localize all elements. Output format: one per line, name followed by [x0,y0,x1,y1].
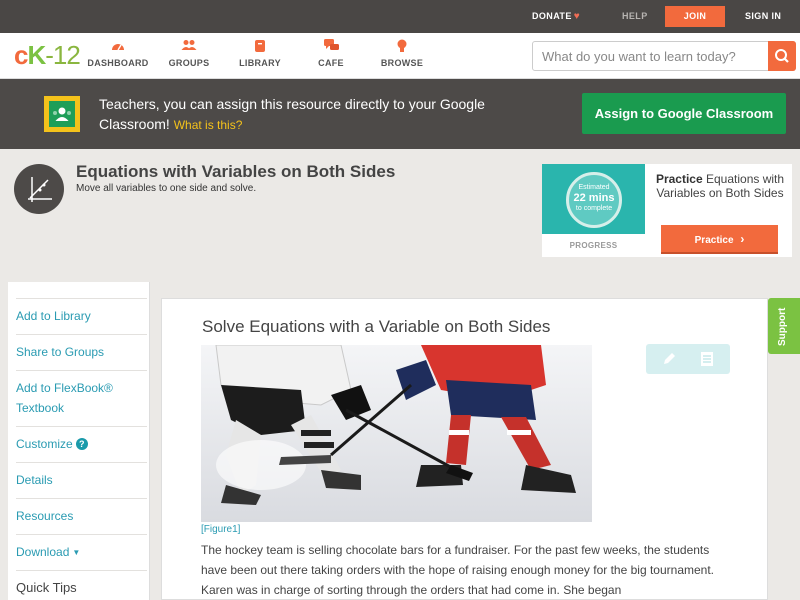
sidebar-item-label: Resources [16,509,74,523]
lesson-body-text: The hockey team is selling chocolate bar… [201,543,714,597]
nav-dashboard[interactable]: DASHBOARD [83,39,153,68]
sidebar-item-label: Share to Groups [16,345,105,359]
sidebar-item-label: Details [16,473,53,487]
estimated-label: Estimated [578,184,610,191]
nav-groups[interactable]: GROUPS [154,39,224,68]
sidebar-item-label: Customize [16,437,73,451]
donate-link[interactable]: DONATE ♥ [532,0,580,33]
sign-in-link[interactable]: SIGN IN [745,0,781,33]
practice-card: Estimated 22 mins to complete PROGRESS P… [542,164,792,257]
nav-browse[interactable]: BROWSE [367,39,437,68]
figure-caption[interactable]: [Figure1] [201,524,240,535]
page-subtitle: Move all variables to one side and solve… [76,183,257,194]
to-complete-label: to complete [575,205,613,212]
graph-icon [14,164,64,214]
search-icon [775,49,789,63]
practice-description: Practice Equations with Variables on Bot… [652,172,788,200]
nav-library[interactable]: LIBRARY [225,39,295,68]
sidebar-item-download[interactable]: Download ▼ [16,534,147,570]
top-bar: DONATE ♥ HELP JOIN SIGN IN [0,0,800,33]
book-icon [225,39,295,55]
logo-12: -12 [45,40,81,70]
hockey-figure-image [201,345,592,522]
heart-icon: ♥ [573,11,581,22]
sidebar-item-resources[interactable]: Resources [16,498,147,534]
search-box [532,41,796,71]
estimated-time: Estimated 22 mins to complete [566,183,622,214]
lightbulb-icon [367,39,437,55]
content-tools [646,344,730,374]
help-icon[interactable]: ? [75,438,88,450]
page-title: Equations with Variables on Both Sides [76,162,396,181]
nav-label: LIBRARY [239,58,281,68]
nav-label: GROUPS [168,58,210,68]
support-label: Support [777,307,788,346]
banner-text: Teachers, you can assign this resource d… [99,96,485,132]
sidebar-item-add-to-library[interactable]: Add to Library [16,298,147,334]
gauge-icon [83,39,153,55]
sidebar-item-add-to-flexbook[interactable]: Add to FlexBook® Textbook [16,370,147,426]
chat-icon [296,39,366,55]
logo-c: c [14,40,29,70]
search-input[interactable] [533,42,769,70]
sidebar-item-customize[interactable]: Customize? [16,426,147,462]
nav-label: DASHBOARD [87,58,149,68]
ck12-logo[interactable]: cK-12 [14,40,81,70]
caret-down-icon: ▼ [72,548,81,557]
sidebar-item-label: Quick Tips [16,580,77,595]
assign-to-google-classroom-button[interactable]: Assign to Google Classroom [582,93,786,134]
sidebar: Add to Library Share to Groups Add to Fl… [8,282,150,600]
nav-label: CAFE [318,58,344,68]
sidebar-item-label: Add to Library [16,309,91,323]
search-button[interactable] [768,41,796,71]
notes-icon[interactable] [698,350,716,368]
banner-message: Teachers, you can assign this resource d… [99,94,539,135]
chevron-right-icon: › [740,232,745,246]
practice-button-label: Practice [694,235,734,246]
donate-label: DONATE [532,11,572,21]
sidebar-item-quick-tips[interactable]: Quick Tips [16,570,147,600]
pencil-icon[interactable] [660,350,678,368]
nav-cafe[interactable]: CAFE [296,39,366,68]
people-icon [154,39,224,55]
sidebar-item-label: Add to FlexBook® Textbook [16,381,113,415]
practice-button[interactable]: Practice › [661,225,778,254]
sidebar-item-details[interactable]: Details [16,462,147,498]
join-button[interactable]: JOIN [665,6,725,27]
estimated-minutes: 22 mins [573,192,615,204]
logo-k: K [27,40,46,70]
support-tab[interactable]: Support [768,298,800,354]
what-is-this-link[interactable]: What is this? [174,118,243,132]
nav-label: BROWSE [380,58,424,68]
sidebar-item-share-to-groups[interactable]: Share to Groups [16,334,147,370]
help-link[interactable]: HELP [622,0,648,33]
progress-label: PROGRESS [569,241,618,250]
content-title: Solve Equations with a Variable on Both … [202,317,551,336]
practice-word: Practice [655,172,703,186]
google-classroom-icon [44,96,80,132]
sidebar-item-label: Download [16,545,70,559]
main-nav: cK-12 DASHBOARD GROUPS LIBRARY CAFE BROW… [0,33,800,79]
